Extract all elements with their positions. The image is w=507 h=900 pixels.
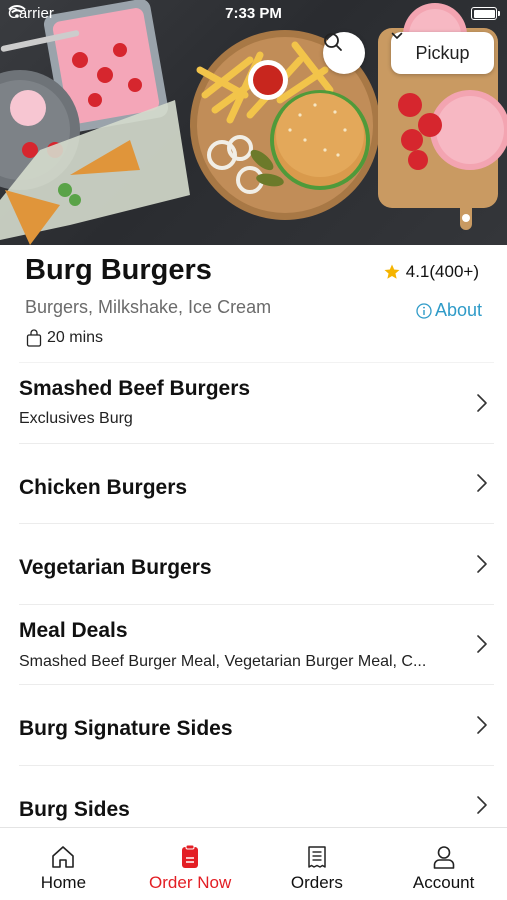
menu-category-title: Smashed Beef Burgers [19, 377, 251, 400]
star-icon [384, 264, 400, 279]
menu-category-title: Vegetarian Burgers [19, 556, 212, 579]
menu-category-smashed-beef-burgers[interactable]: Smashed Beef Burgers Exclusives Burg [19, 362, 494, 443]
search-icon [324, 33, 342, 51]
tab-account[interactable]: Account [380, 828, 507, 900]
tab-orders[interactable]: Orders [254, 828, 381, 900]
about-link[interactable]: About [416, 300, 482, 321]
pickup-label: Pickup [415, 42, 470, 63]
chevron-right-icon [477, 715, 487, 734]
bottom-tab-bar: Home Order Now Orders Account [0, 827, 507, 900]
menu-category-burg-signature-sides[interactable]: Burg Signature Sides [19, 684, 494, 765]
chevron-down-icon [391, 32, 403, 39]
menu-category-vegetarian-burgers[interactable]: Vegetarian Burgers [19, 523, 494, 604]
restaurant-info: Burg Burgers 4.1(400+) Burgers, Milkshak… [0, 245, 507, 362]
rating-badge: 4.1(400+) [383, 262, 479, 282]
delivery-time-value: 20 mins [47, 329, 104, 346]
menu-category-subtitle: Exclusives Burg [19, 410, 133, 427]
order-icon [182, 844, 199, 868]
menu-category-meal-deals[interactable]: Meal Deals Smashed Beef Burger Meal, Veg… [19, 603, 494, 685]
pickup-dropdown[interactable]: Pickup [391, 32, 494, 74]
chevron-right-icon [477, 393, 487, 412]
about-label: About [434, 300, 482, 320]
tab-label: Account [412, 873, 475, 892]
chevron-right-icon [477, 635, 487, 654]
shopping-bag-icon [26, 329, 42, 347]
person-icon [433, 846, 454, 869]
receipt-icon [308, 846, 326, 868]
chevron-right-icon [477, 796, 487, 815]
status-bar: Carrier 7:33 PM [0, 0, 507, 28]
tab-order-now[interactable]: Order Now [127, 828, 254, 900]
search-button[interactable] [323, 32, 365, 74]
menu-category-title: Meal Deals [19, 618, 128, 642]
menu-category-title: Burg Sides [19, 797, 130, 821]
menu-category-title: Chicken Burgers [19, 475, 188, 499]
cuisine-list: Burgers, Milkshake, Ice Cream [25, 297, 272, 317]
menu-category-title: Burg Signature Sides [19, 717, 233, 740]
status-time: 7:33 PM [225, 5, 282, 22]
tab-label: Orders [290, 873, 343, 892]
tab-home[interactable]: Home [0, 828, 127, 900]
menu-category-subtitle: Smashed Beef Burger Meal, Vegetarian Bur… [19, 652, 427, 670]
rating-value: 4.1(400+) [405, 262, 479, 281]
hero-banner: Carrier 7:33 PM Pickup [0, 0, 507, 245]
menu-category-chicken-burgers[interactable]: Chicken Burgers [19, 442, 494, 524]
info-icon [416, 302, 432, 319]
restaurant-name: Burg Burgers [25, 254, 212, 286]
battery-icon [471, 7, 500, 20]
home-icon [52, 846, 75, 868]
chevron-right-icon [477, 474, 487, 493]
chevron-right-icon [477, 554, 487, 573]
tab-label: Home [40, 873, 87, 892]
tab-label: Order Now [149, 873, 232, 892]
delivery-time: 20 mins [26, 329, 103, 347]
menu-category-list: Smashed Beef Burgers Exclusives Burg Chi… [0, 362, 507, 845]
